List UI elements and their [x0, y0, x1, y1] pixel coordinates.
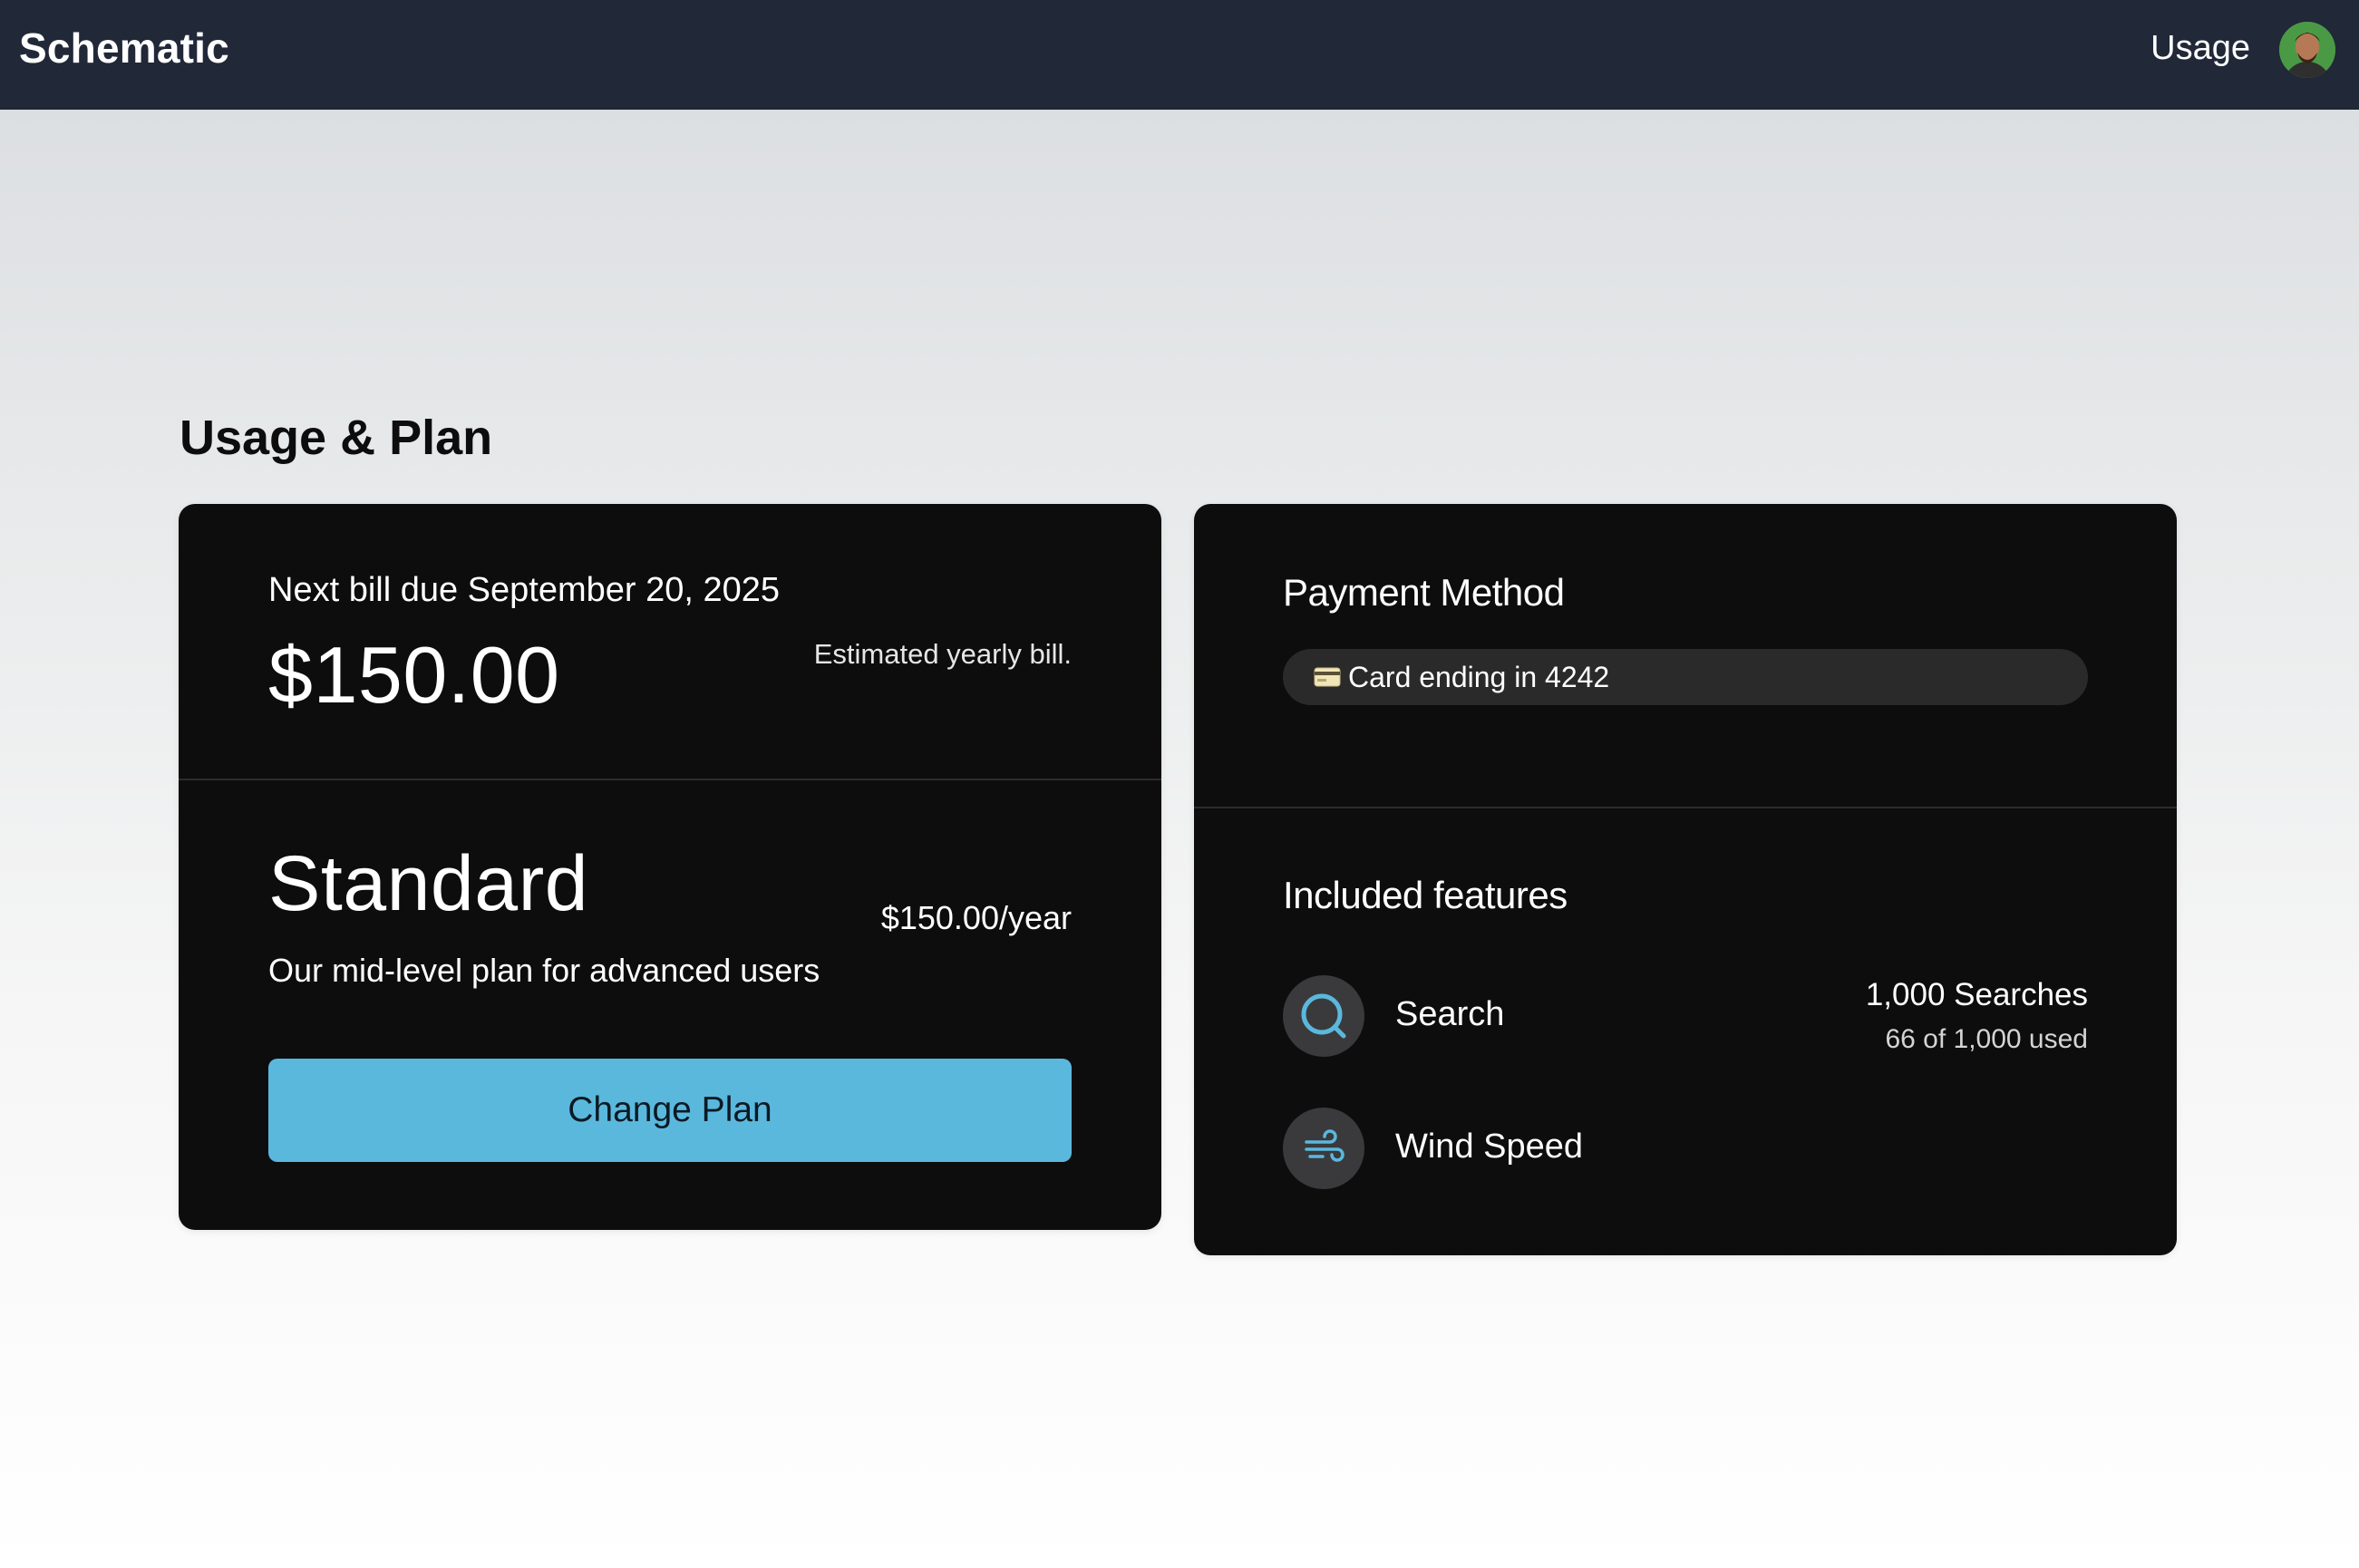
bill-estimate-note: Estimated yearly bill.: [813, 638, 1072, 670]
payment-card-label: Card ending in 4242: [1348, 660, 1610, 693]
card-divider: [1194, 807, 2177, 808]
search-icon: [1283, 975, 1364, 1057]
payment-features-card: Payment Method Card ending in 4242 Inclu…: [1194, 504, 2177, 1255]
payment-card-pill[interactable]: Card ending in 4242: [1283, 649, 2088, 705]
feature-item-wind-speed: Wind Speed: [1283, 1108, 2088, 1189]
payment-method-title: Payment Method: [1283, 571, 1565, 614]
plan-price: $150.00/year: [880, 899, 1072, 936]
billing-plan-card: Next bill due September 20, 2025 $150.00…: [179, 504, 1161, 1230]
feature-item-search: Search 1,000 Searches 66 of 1,000 used: [1283, 975, 2088, 1057]
feature-name: Search: [1395, 995, 1505, 1033]
page-title: Usage & Plan: [180, 411, 493, 465]
credit-card-icon: [1314, 661, 1341, 694]
wind-icon: [1283, 1108, 1364, 1189]
top-navigation-bar: Schematic Usage: [0, 0, 2359, 110]
change-plan-button[interactable]: Change Plan: [268, 1059, 1072, 1162]
brand-logo[interactable]: Schematic: [19, 24, 229, 73]
avatar-image: [2279, 22, 2335, 78]
card-divider: [179, 779, 1161, 780]
feature-name: Wind Speed: [1395, 1128, 1584, 1166]
bill-amount: $150.00: [268, 630, 560, 720]
included-features-title: Included features: [1283, 874, 1568, 916]
user-avatar[interactable]: [2279, 22, 2335, 78]
feature-quantity: 1,000 Searches: [1865, 977, 2088, 1012]
plan-description: Our mid-level plan for advanced users: [268, 952, 820, 989]
next-bill-due: Next bill due September 20, 2025: [268, 571, 781, 609]
feature-usage: 66 of 1,000 used: [1885, 1024, 2088, 1054]
plan-name: Standard: [268, 840, 589, 927]
nav-usage-link[interactable]: Usage: [2150, 29, 2250, 68]
